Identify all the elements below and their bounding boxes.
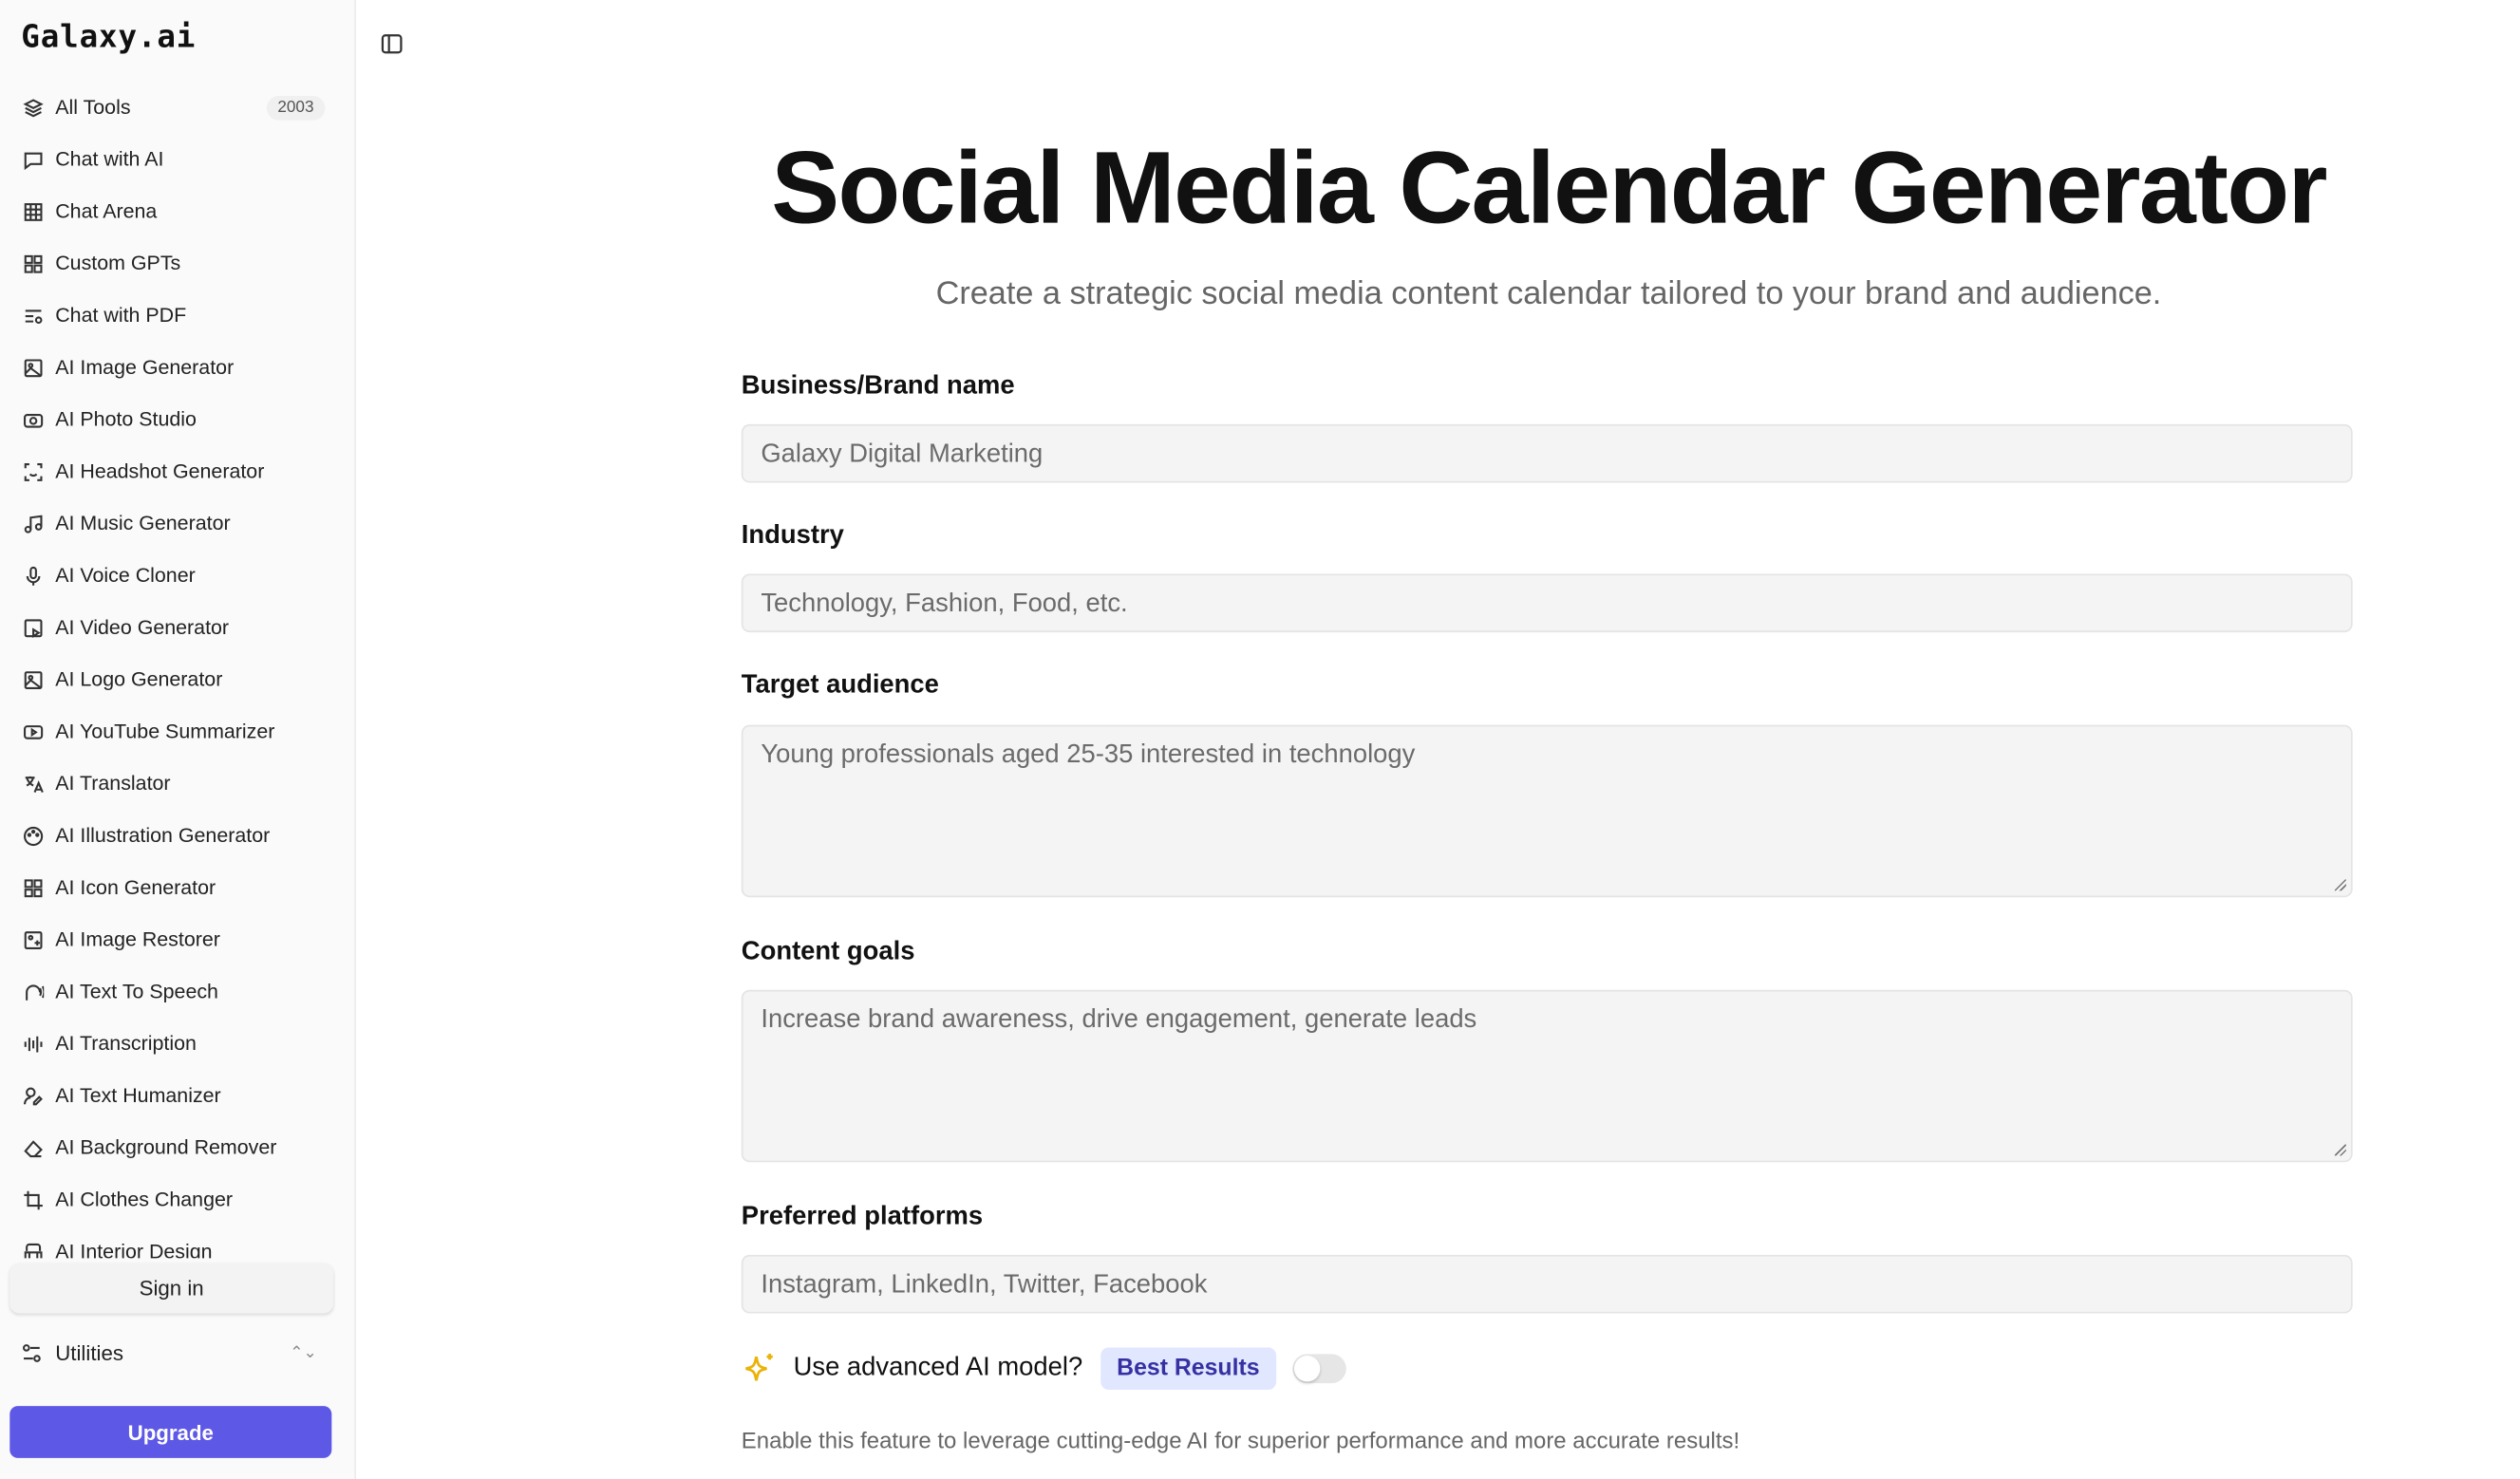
sidebar-item-ai-icon-generator[interactable]: AI Icon Generator (0, 862, 354, 914)
sidebar-item-ai-illustration-generator[interactable]: AI Illustration Generator (0, 810, 354, 862)
logo[interactable]: Galaxy.ai (21, 20, 196, 56)
sidebar-item-ai-background-remover[interactable]: AI Background Remover (0, 1121, 354, 1173)
industry-input[interactable]: Technology, Fashion, Food, etc. (741, 573, 2353, 633)
page-subtitle: Create a strategic social media content … (935, 276, 2162, 312)
crop-icon (21, 1189, 44, 1211)
sidebar-item-ai-headshot-generator[interactable]: AI Headshot Generator (0, 445, 354, 497)
sidebar-item-label: AI Clothes Changer (55, 1188, 234, 1211)
advanced-model-row: Use advanced AI model? Best Results (742, 1346, 1346, 1392)
sidebar-item-label: AI Interior Design (55, 1240, 213, 1259)
sidebar: Galaxy.ai All Tools 2003 Chat with AI Chat … (0, 0, 356, 1479)
sidebar-item-label: AI Logo Generator (55, 667, 223, 691)
video-image-icon (21, 616, 44, 639)
sidebar-item-label: AI Voice Cloner (55, 564, 196, 588)
platforms-input[interactable]: Instagram, LinkedIn, Twitter, Facebook (741, 1254, 2353, 1314)
sidebar-item-label: AI Translator (55, 772, 171, 796)
translate-icon (21, 772, 44, 795)
sidebar-item-label: AI Video Generator (55, 615, 230, 639)
sidebar-item-custom-gpts[interactable]: Custom GPTs (0, 237, 354, 290)
sidebar-item-chat-with-ai[interactable]: Chat with AI (0, 133, 354, 185)
eraser-icon (21, 1136, 44, 1159)
sidebar-item-ai-photo-studio[interactable]: AI Photo Studio (0, 393, 354, 445)
sidebar-toggle-icon[interactable] (381, 32, 404, 55)
image-icon (21, 668, 44, 691)
sidebar-item-label: Chat with AI (55, 147, 164, 171)
sidebar-item-ai-music-generator[interactable]: AI Music Generator (0, 497, 354, 550)
face-scan-icon (21, 460, 44, 483)
sidebar-item-ai-transcription[interactable]: AI Transcription (0, 1018, 354, 1070)
sidebar-item-label: AI Illustration Generator (55, 824, 271, 848)
sidebar-item-label: AI Image Restorer (55, 927, 220, 951)
target-audience-label: Target audience (741, 671, 939, 700)
image-restore-icon (21, 928, 44, 951)
sidebar-item-ai-translator[interactable]: AI Translator (0, 758, 354, 810)
sidebar-item-label: AI Transcription (55, 1032, 197, 1056)
sidebar-item-label: AI Text Humanizer (55, 1084, 221, 1108)
sidebar-item-chat-arena[interactable]: Chat Arena (0, 185, 354, 237)
sidebar-item-label: AI YouTube Summarizer (55, 720, 275, 743)
sidebar-item-ai-logo-generator[interactable]: AI Logo Generator (0, 653, 354, 705)
content-goals-textarea[interactable]: Increase brand awareness, drive engageme… (741, 989, 2353, 1163)
sidebar-item-label: AI Icon Generator (55, 875, 216, 899)
image-icon (21, 356, 44, 379)
sidebar-item-label: AI Photo Studio (55, 407, 197, 431)
layers-icon (21, 96, 44, 119)
text-search-icon (21, 304, 44, 327)
sidebar-item-ai-image-restorer[interactable]: AI Image Restorer (0, 913, 354, 965)
sidebar-item-chat-with-pdf[interactable]: Chat with PDF (0, 290, 354, 342)
grid-squares-icon (21, 876, 44, 899)
palette-icon (21, 824, 44, 847)
grid-table-icon (21, 200, 44, 223)
industry-label: Industry (741, 521, 844, 550)
user-pen-icon (21, 1084, 44, 1107)
utilities-label: Utilities (55, 1339, 123, 1365)
sidebar-item-ai-clothes-changer[interactable]: AI Clothes Changer (0, 1173, 354, 1226)
tool-count-badge: 2003 (266, 95, 326, 120)
youtube-icon (21, 721, 44, 743)
page-title: Social Media Calendar Generator (771, 131, 2327, 246)
music-note-icon (21, 512, 44, 534)
content-goals-label: Content goals (741, 937, 915, 966)
brand-name-input[interactable]: Galaxy Digital Marketing (741, 423, 2353, 483)
sidebar-item-label: All Tools (55, 96, 131, 119)
sidebar-item-ai-video-generator[interactable]: AI Video Generator (0, 602, 354, 654)
sidebar-item-label: AI Headshot Generator (55, 459, 265, 483)
sidebar-nav: All Tools 2003 Chat with AI Chat Arena Custo… (0, 82, 354, 1259)
chat-bubble-icon (21, 148, 44, 171)
upgrade-button[interactable]: Upgrade (9, 1406, 332, 1458)
advanced-model-label: Use advanced AI model? (793, 1354, 1083, 1382)
sliders-icon (22, 1343, 41, 1362)
advanced-model-hint: Enable this feature to leverage cutting-… (741, 1427, 1740, 1453)
brand-name-label: Business/Brand name (741, 372, 1015, 401)
sidebar-item-label: Custom GPTs (55, 252, 181, 275)
audio-wave-icon (21, 1032, 44, 1055)
sidebar-item-all-tools[interactable]: All Tools 2003 (0, 82, 354, 134)
utilities-menu[interactable]: Utilities ⌃⌄ (21, 1337, 322, 1369)
sparkle-icon (745, 1354, 773, 1381)
sidebar-item-ai-interior-design[interactable]: AI Interior Design (0, 1226, 354, 1259)
grid-squares-icon (21, 252, 44, 274)
platforms-label: Preferred platforms (741, 1203, 984, 1231)
sidebar-item-label: AI Image Generator (55, 355, 235, 379)
sign-in-button[interactable]: Sign in (9, 1263, 334, 1314)
best-results-badge: Best Results (1100, 1347, 1276, 1391)
advanced-model-toggle[interactable] (1291, 1354, 1346, 1384)
toggle-knob (1293, 1356, 1320, 1382)
sidebar-item-ai-voice-cloner[interactable]: AI Voice Cloner (0, 550, 354, 602)
sidebar-item-label: Chat Arena (55, 199, 158, 223)
sidebar-item-label: AI Background Remover (55, 1135, 277, 1159)
sidebar-item-ai-image-generator[interactable]: AI Image Generator (0, 342, 354, 394)
sidebar-item-ai-youtube-summarizer[interactable]: AI YouTube Summarizer (0, 705, 354, 758)
sidebar-item-ai-text-humanizer[interactable]: AI Text Humanizer (0, 1070, 354, 1122)
camera-icon (21, 408, 44, 431)
chevron-up-down-icon: ⌃⌄ (290, 1343, 317, 1362)
sidebar-item-label: AI Text To Speech (55, 980, 218, 1003)
target-audience-textarea[interactable]: Young professionals aged 25-35 intereste… (741, 724, 2353, 898)
armchair-icon (21, 1240, 44, 1259)
sidebar-item-label: Chat with PDF (55, 304, 187, 328)
microphone-icon (21, 564, 44, 587)
speech-icon (21, 981, 44, 1003)
sidebar-item-label: AI Music Generator (55, 512, 231, 535)
sidebar-item-ai-text-to-speech[interactable]: AI Text To Speech (0, 965, 354, 1018)
